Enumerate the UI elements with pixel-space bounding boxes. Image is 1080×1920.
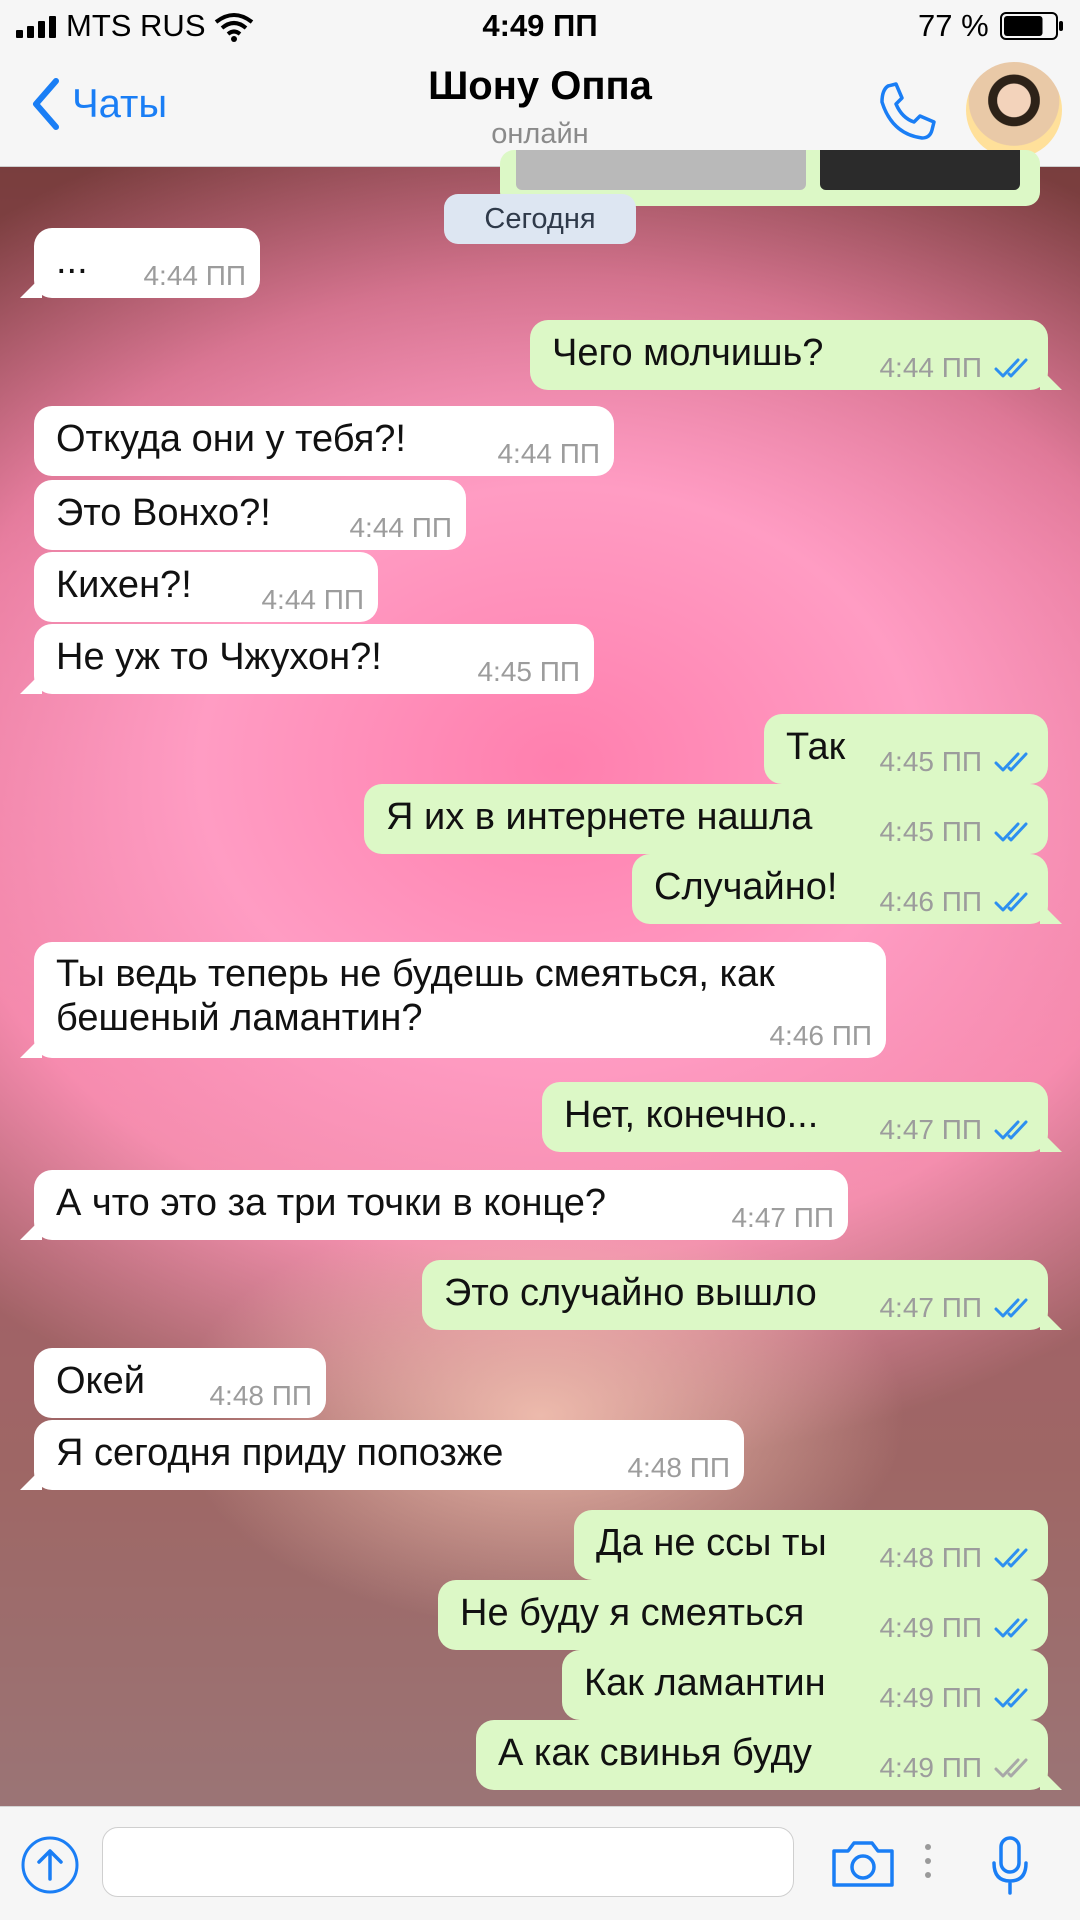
incoming-message[interactable]: Окей 4:48 ПП [34,1348,326,1418]
message-text: Чего молчишь? [552,332,824,374]
upload-circle-icon[interactable] [20,1835,80,1895]
message-text: Кихен?! [56,564,192,606]
date-separator: Сегодня [444,194,636,244]
incoming-message[interactable]: А что это за три точки в конце? 4:47 ПП [20,1170,848,1240]
contact-avatar[interactable] [966,62,1062,158]
message-text: Ты ведь теперь не будешь смеяться, как б… [56,953,775,1039]
message-time: 4:46 ПП [769,1020,872,1051]
message-time: 4:49 ПП [879,1682,982,1713]
outgoing-message[interactable]: Я их в интернете нашла 4:45 ПП [364,784,1048,854]
outgoing-message[interactable]: Не буду я смеяться 4:49 ПП [438,1580,1048,1650]
camera-icon[interactable] [830,1837,896,1889]
double-check-icon [994,822,1028,842]
outgoing-message[interactable]: Да не ссы ты 4:48 ПП [574,1510,1048,1580]
message-time: 4:48 ПП [879,1542,982,1573]
double-check-icon [994,358,1028,378]
incoming-message[interactable]: Это Вонхо?! 4:44 ПП [34,480,466,550]
message-time: 4:49 ПП [879,1752,982,1783]
message-time: 4:44 ПП [261,584,364,615]
status-bar: MTS RUS 4:49 ПП 77 % [0,0,1080,52]
photo-thumbnail [516,150,806,190]
message-time: 4:48 ПП [627,1452,730,1483]
bubble-tail [1040,1308,1062,1330]
message-text: Случайно! [654,866,838,908]
message-text: Да не ссы ты [596,1522,827,1564]
battery-percent: 77 % [918,8,989,43]
bubble-tail [20,1036,42,1058]
incoming-message[interactable]: Не уж то Чжухон?! 4:45 ПП [20,624,594,694]
double-check-icon [994,1758,1028,1778]
composer-bar [0,1806,1080,1920]
bubble-tail [1040,1130,1062,1152]
double-check-icon [994,1618,1028,1638]
bubble-tail [20,672,42,694]
message-time: 4:45 ПП [879,746,982,777]
message-time: 4:45 ПП [879,816,982,847]
message-input[interactable] [102,1827,794,1897]
bubble-tail [20,276,42,298]
message-time: 4:47 ПП [731,1202,834,1233]
outgoing-message[interactable]: Нет, конечно... 4:47 ПП [542,1082,1062,1152]
message-time: 4:47 ПП [879,1114,982,1145]
double-check-icon [994,752,1028,772]
outgoing-message[interactable]: Чего молчишь? 4:44 ПП [530,320,1062,390]
bubble-tail [20,1218,42,1240]
outgoing-message[interactable]: Случайно! 4:46 ПП [632,854,1062,924]
message-time: 4:45 ПП [477,656,580,687]
message-text: Так [786,726,846,768]
microphone-icon[interactable] [990,1835,1030,1897]
message-text: Окей [56,1360,145,1402]
message-time: 4:47 ПП [879,1292,982,1323]
bubble-tail [1040,368,1062,390]
bubble-tail [20,1468,42,1490]
message-time: 4:44 ПП [879,352,982,383]
double-check-icon [994,1548,1028,1568]
message-text: Не буду я смеяться [460,1592,805,1634]
message-time: 4:48 ПП [209,1380,312,1411]
message-text: Это случайно вышло [444,1272,817,1314]
incoming-message[interactable]: Откуда они у тебя?! 4:44 ПП [34,406,614,476]
incoming-message[interactable]: Кихен?! 4:44 ПП [34,552,378,622]
message-text: Это Вонхо?! [56,492,271,534]
message-text: Откуда они у тебя?! [56,418,406,460]
double-check-icon [994,1120,1028,1140]
message-text: ... [56,240,88,282]
more-dots-icon [925,1844,931,1878]
outgoing-message[interactable]: Это случайно вышло 4:47 ПП [422,1260,1062,1330]
message-time: 4:44 ПП [349,512,452,543]
incoming-message[interactable]: Ты ведь теперь не будешь смеяться, как б… [20,942,886,1058]
double-check-icon [994,1688,1028,1708]
bubble-tail [1040,902,1062,924]
double-check-icon [994,1298,1028,1318]
photo-thumbnail [820,150,1020,190]
double-check-icon [994,892,1028,912]
message-text: Не уж то Чжухон?! [56,636,382,678]
outgoing-message[interactable]: А как свинья буду 4:49 ПП [476,1720,1062,1790]
outgoing-message[interactable]: Как ламантин 4:49 ПП [562,1650,1048,1720]
message-time: 4:44 ПП [143,260,246,291]
incoming-message[interactable]: ... 4:44 ПП [20,228,260,298]
chat-screen: MTS RUS 4:49 ПП 77 % Чаты Шону Оппа онла… [0,0,1080,1920]
message-time: 4:44 ПП [497,438,600,469]
message-text: Я их в интернете нашла [386,796,813,838]
message-text: Как ламантин [584,1662,826,1704]
incoming-message[interactable]: Я сегодня приду попозже 4:48 ПП [20,1420,744,1490]
message-time: 4:49 ПП [879,1612,982,1643]
phone-icon[interactable] [874,80,938,144]
outgoing-message[interactable]: Так 4:45 ПП [764,714,1048,784]
message-text: А как свинья буду [498,1732,812,1774]
message-text: Нет, конечно... [564,1094,819,1136]
bubble-tail [1040,1768,1062,1790]
message-text: А что это за три точки в конце? [56,1182,607,1224]
message-text: Я сегодня приду попозже [56,1432,504,1474]
message-time: 4:46 ПП [879,886,982,917]
battery-icon [1000,12,1063,40]
